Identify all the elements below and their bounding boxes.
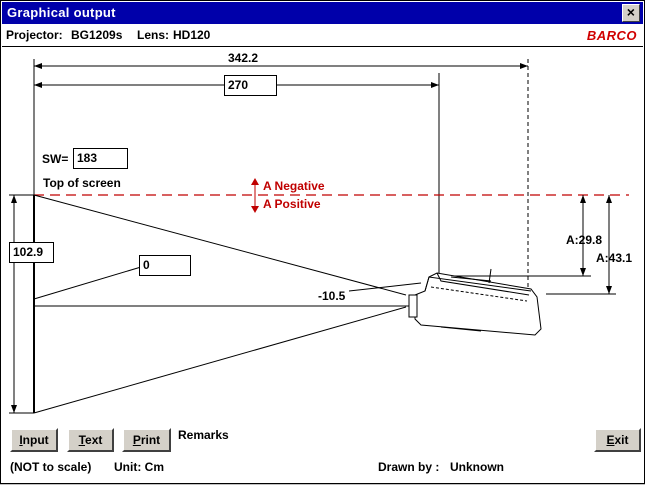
arrow-head	[34, 82, 42, 88]
drawn-by-label: Drawn by :	[378, 460, 440, 474]
sw-field: 183	[73, 148, 128, 169]
projection-diagram	[9, 59, 629, 414]
sw-label: SW=	[42, 152, 69, 166]
arrow-head	[11, 405, 17, 413]
arrow-head	[606, 286, 612, 294]
arrow-head	[520, 63, 528, 69]
total-distance-label: 342.2	[228, 51, 259, 65]
arrow-head	[251, 206, 259, 213]
scale-note: (NOT to scale)	[10, 460, 92, 474]
a-inner-label: A:29.8	[566, 233, 603, 247]
projector-icon	[408, 268, 542, 336]
unit-label: Unit: Cm	[114, 460, 164, 474]
graphical-output-window: Graphical output × Projector: BG1209s Le…	[0, 0, 645, 484]
exit-button[interactable]: Exit	[594, 428, 641, 452]
a-negative-label: A Negative	[263, 179, 325, 193]
projection-ray-top	[33, 194, 407, 296]
print-button[interactable]: Print	[122, 428, 171, 452]
tilt-leader-line	[33, 266, 142, 300]
arrow-head	[580, 195, 586, 203]
arrow-head	[606, 195, 612, 203]
remarks-label: Remarks	[178, 428, 229, 442]
screen-height-field: 102.9	[9, 242, 54, 263]
top-of-screen-label: Top of screen	[43, 176, 121, 190]
arrow-head	[431, 82, 439, 88]
offset-label: -10.5	[318, 289, 346, 303]
arrow-head	[580, 268, 586, 276]
a-outer-label: A:43.1	[596, 251, 633, 265]
tilt-field: 0	[139, 255, 191, 276]
arrow-head	[34, 63, 42, 69]
a-positive-label: A Positive	[263, 197, 321, 211]
input-button[interactable]: Input	[10, 428, 58, 452]
arrow-head	[11, 195, 17, 203]
text-button[interactable]: Text	[67, 428, 114, 452]
drawn-by-value: Unknown	[450, 460, 504, 474]
arrow-head	[251, 178, 259, 185]
projection-ray-bottom	[33, 306, 407, 414]
throw-distance-field: 270	[224, 75, 277, 96]
